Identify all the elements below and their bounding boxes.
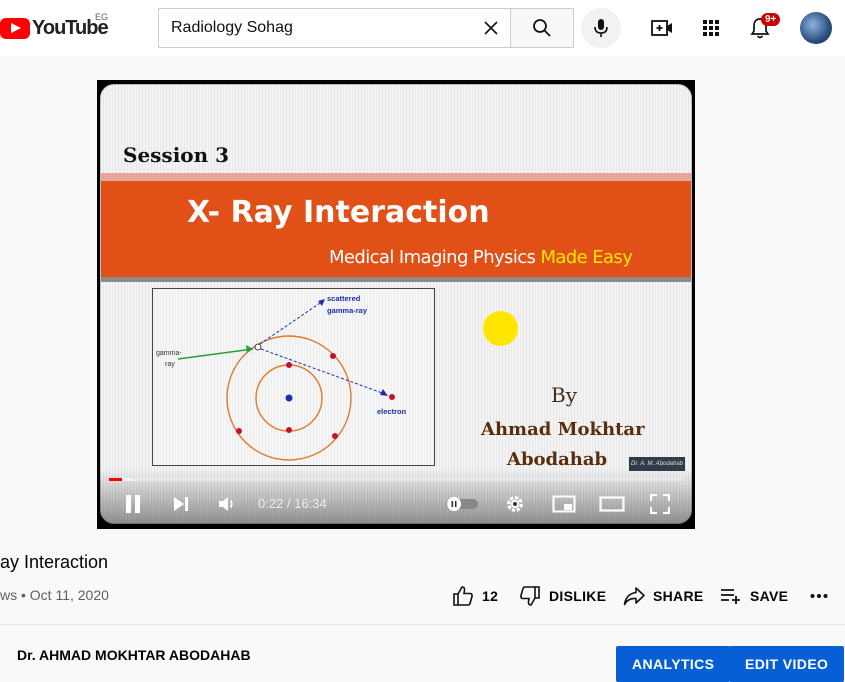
thumb-down-icon bbox=[520, 586, 540, 606]
dislike-label: DISLIKE bbox=[549, 588, 607, 604]
fullscreen-icon bbox=[650, 494, 670, 514]
atom-diagram-graphic bbox=[177, 299, 395, 461]
slide-subtitle-highlight: Made Easy bbox=[540, 247, 633, 268]
notification-badge: 9+ bbox=[761, 13, 781, 26]
share-label: SHARE bbox=[653, 588, 704, 604]
slide-band-bottom bbox=[101, 277, 691, 282]
volume-icon bbox=[219, 497, 233, 511]
video-frame: Session 3 X- Ray Interaction Medical Ima… bbox=[100, 84, 692, 524]
analytics-button[interactable]: ANALYTICS bbox=[616, 646, 731, 682]
yellow-sun-graphic bbox=[483, 311, 518, 346]
slide-title: X- Ray Interaction bbox=[187, 195, 490, 230]
next-icon bbox=[174, 497, 188, 511]
more-icon bbox=[810, 594, 828, 598]
search-button[interactable] bbox=[510, 8, 574, 48]
settings-gear-icon bbox=[507, 496, 523, 512]
compton-diagram: scattered gamma-ray gamma- ray electron bbox=[152, 288, 435, 466]
pause-icon bbox=[126, 495, 140, 513]
search-input[interactable] bbox=[171, 19, 472, 37]
slide-by: By bbox=[551, 383, 577, 407]
slide-author-line2: Abodahab bbox=[507, 449, 608, 470]
video-meta: ws • Oct 11, 2020 bbox=[0, 587, 109, 603]
miniplayer-button[interactable] bbox=[550, 492, 578, 516]
save-label: SAVE bbox=[750, 588, 789, 604]
next-button[interactable] bbox=[169, 492, 193, 516]
time-display: 0:22 / 16:34 bbox=[258, 496, 327, 511]
search-bar bbox=[158, 8, 574, 48]
save-button[interactable]: SAVE bbox=[720, 584, 788, 608]
search-icon bbox=[533, 19, 551, 37]
like-count: 12 bbox=[482, 588, 499, 604]
apps-grid-icon bbox=[703, 20, 719, 36]
diagram-label-gamma-in-1: gamma- bbox=[156, 350, 182, 357]
miniplayer-icon bbox=[552, 495, 576, 513]
share-icon bbox=[623, 587, 645, 606]
video-player[interactable]: Session 3 X- Ray Interaction Medical Ima… bbox=[97, 80, 695, 529]
thumb-up-icon bbox=[453, 586, 473, 606]
video-title: ay Interaction bbox=[0, 552, 109, 572]
clear-icon bbox=[484, 21, 498, 35]
theater-mode-icon bbox=[599, 496, 625, 512]
apps-button[interactable] bbox=[699, 16, 723, 40]
diagram-label-gamma-ray-out: gamma-ray bbox=[327, 306, 368, 315]
youtube-logo[interactable]: YouTube EG bbox=[0, 12, 109, 42]
search-box bbox=[158, 8, 510, 48]
diagram-label-electron: electron bbox=[377, 407, 407, 416]
edit-video-button[interactable]: EDIT VIDEO bbox=[729, 646, 845, 682]
fullscreen-button[interactable] bbox=[648, 492, 672, 516]
slide-band-top bbox=[101, 173, 691, 181]
progress-bar[interactable] bbox=[109, 478, 683, 481]
clear-search-button[interactable] bbox=[472, 9, 510, 47]
create-button[interactable] bbox=[650, 16, 674, 40]
autoplay-toggle-icon bbox=[446, 497, 478, 511]
diagram-label-gamma-in-2: ray bbox=[165, 361, 175, 368]
pause-button[interactable] bbox=[121, 492, 145, 516]
voice-search-button[interactable] bbox=[581, 8, 621, 48]
share-button[interactable]: SHARE bbox=[623, 584, 704, 608]
diagram-label-scattered: scattered bbox=[327, 294, 361, 303]
theater-mode-button[interactable] bbox=[598, 492, 626, 516]
save-playlist-icon bbox=[721, 589, 740, 604]
section-divider bbox=[0, 624, 845, 625]
more-actions-button[interactable] bbox=[810, 584, 828, 608]
slide-subtitle: Medical Imaging Physics Made Easy bbox=[329, 247, 633, 268]
settings-button[interactable] bbox=[503, 492, 527, 516]
create-video-icon bbox=[651, 20, 672, 36]
account-avatar[interactable] bbox=[800, 12, 832, 44]
mute-button[interactable] bbox=[215, 492, 239, 516]
like-button[interactable]: 12 bbox=[452, 584, 498, 608]
masthead: YouTube EG 9+ bbox=[0, 0, 845, 56]
slide-author-line1: Ahmad Mokhtar bbox=[481, 419, 645, 440]
country-code: EG bbox=[95, 12, 109, 22]
channel-name[interactable]: Dr. AHMAD MOKHTAR ABODAHAB bbox=[17, 647, 251, 663]
slide-session-label: Session 3 bbox=[123, 143, 230, 167]
youtube-logo-icon bbox=[0, 17, 30, 39]
dislike-button[interactable]: DISLIKE bbox=[519, 584, 606, 608]
mic-icon bbox=[594, 19, 608, 37]
slide-subtitle-plain: Medical Imaging Physics bbox=[329, 247, 541, 268]
progress-played bbox=[109, 478, 122, 481]
autoplay-toggle[interactable] bbox=[443, 492, 481, 516]
